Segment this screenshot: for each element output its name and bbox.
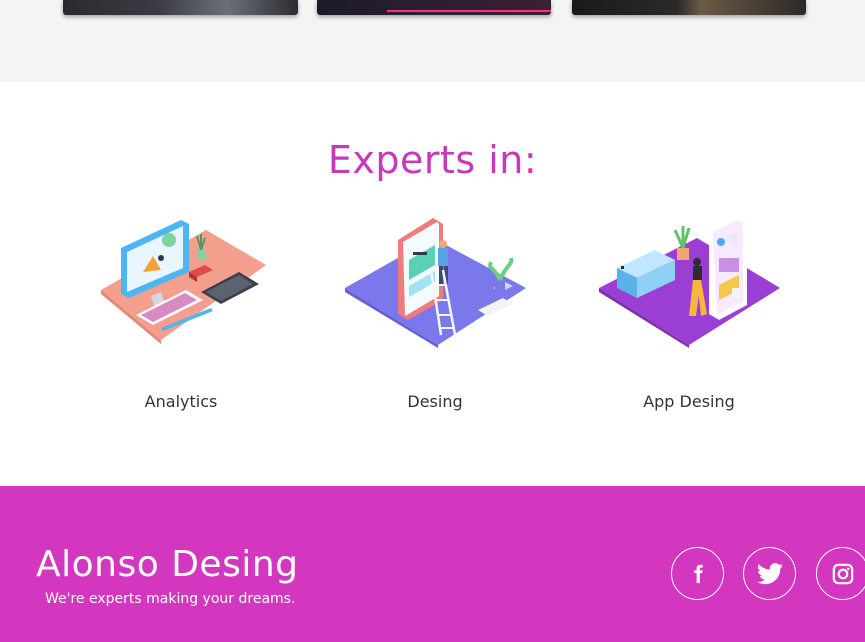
twitter-icon xyxy=(756,562,783,584)
facebook-button[interactable] xyxy=(671,547,724,600)
expert-item-analytics: Analytics xyxy=(56,210,306,411)
analytics-workspace-illustration xyxy=(101,220,266,344)
instagram-button[interactable] xyxy=(816,547,865,600)
expert-label: App Desing xyxy=(643,392,735,411)
portfolio-card-3[interactable] xyxy=(572,0,806,15)
footer: Alonso Desing We're experts making your … xyxy=(0,486,865,642)
portfolio-card-1[interactable] xyxy=(63,0,298,15)
expert-label: Analytics xyxy=(144,392,218,411)
portfolio-card-2[interactable] xyxy=(317,0,551,15)
footer-brand[interactable]: Alonso Desing xyxy=(36,544,299,585)
experts-title: Experts in: xyxy=(327,138,538,182)
instagram-icon xyxy=(832,563,853,584)
expert-label: Desing xyxy=(407,392,463,411)
expert-item-app-design: App Desing xyxy=(564,210,814,411)
facebook-icon xyxy=(693,564,703,583)
footer-tagline: We're experts making your dreams. xyxy=(45,591,296,607)
expert-item-design: Desing xyxy=(310,210,560,411)
design-board-illustration xyxy=(344,218,526,348)
app-design-illustration xyxy=(598,216,780,348)
top-cards-strip xyxy=(0,0,865,82)
page: Experts in: Analytics Desing App Desing … xyxy=(0,0,865,642)
twitter-button[interactable] xyxy=(743,547,796,600)
